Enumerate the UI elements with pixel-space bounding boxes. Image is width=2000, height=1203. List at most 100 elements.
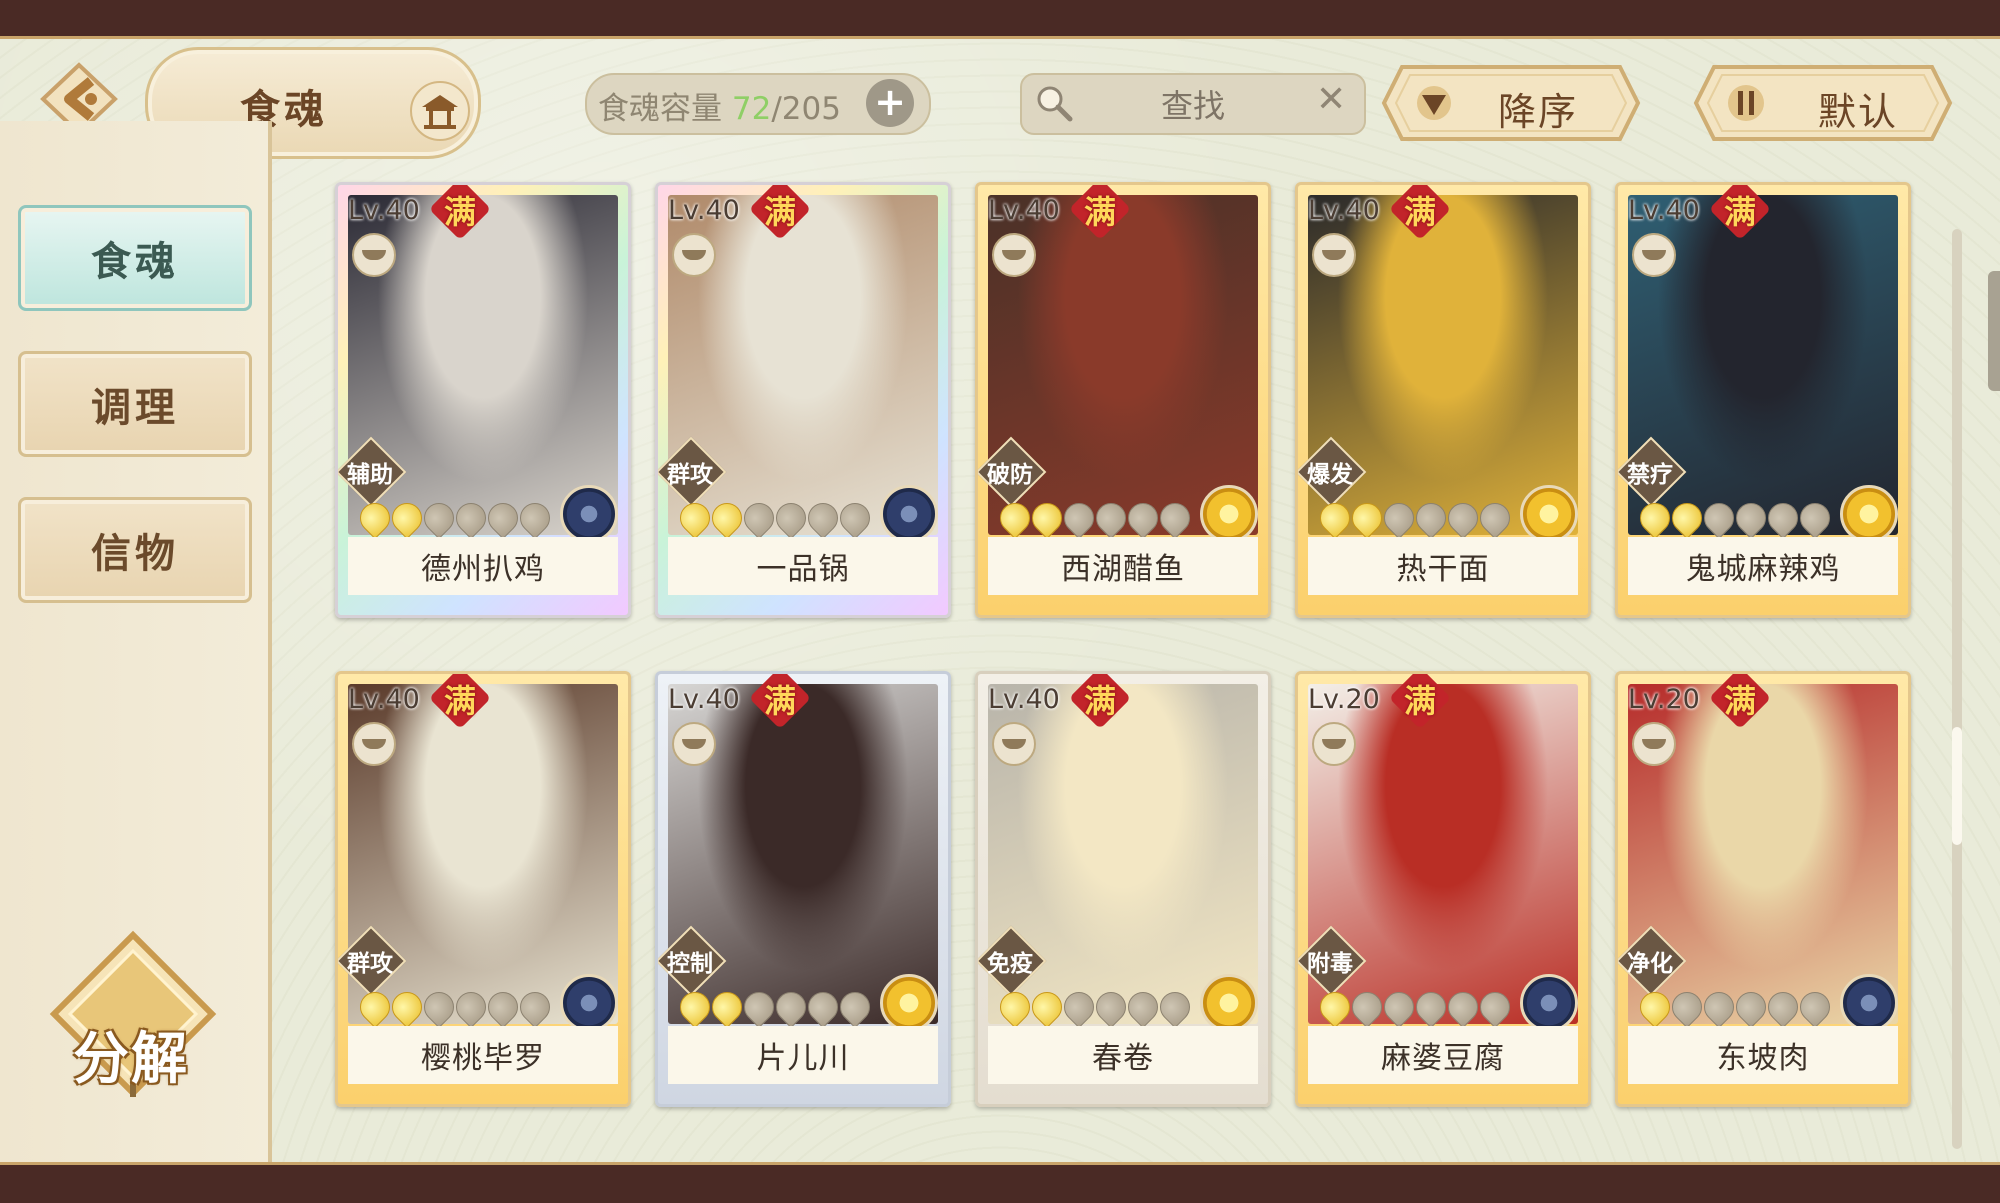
food-soul-card[interactable]: Lv.40 满辅助 德州扒鸡 — [335, 182, 631, 618]
level-label: Lv.40 — [1628, 195, 1700, 226]
food-soul-card[interactable]: Lv.40 满破防 西湖醋鱼 — [975, 182, 1271, 618]
bowl-icon — [1632, 233, 1676, 277]
level-label: Lv.40 — [348, 684, 420, 715]
bowl-icon — [352, 722, 396, 766]
star-rating — [353, 496, 557, 540]
scrollbar-thumb[interactable] — [1952, 727, 1962, 845]
star-empty-icon — [417, 985, 461, 1029]
element-flower-icon — [560, 974, 618, 1032]
bowl-icon — [1632, 722, 1676, 766]
max-badge-text: 满 — [763, 193, 796, 231]
food-soul-card[interactable]: Lv.40 满免疫 春卷 — [975, 671, 1271, 1107]
role-tag-label: 控制 — [667, 951, 713, 977]
star-empty-icon — [1473, 496, 1517, 540]
star-rating — [353, 985, 557, 1029]
element-flower-icon — [880, 485, 938, 543]
star-empty-icon — [1121, 985, 1165, 1029]
role-tag: 爆发 — [1298, 436, 1367, 508]
role-tag-label: 附毒 — [1307, 951, 1353, 977]
scrollbar-track[interactable] — [1952, 229, 1962, 1149]
food-soul-card[interactable]: Lv.40 满控制 片儿川 — [655, 671, 951, 1107]
add-capacity-button[interactable]: + — [866, 79, 914, 127]
star-filled-icon — [705, 985, 749, 1029]
sort-order-label: 降序 — [1498, 90, 1579, 134]
star-empty-icon — [1377, 985, 1421, 1029]
role-tag: 群攻 — [338, 925, 407, 997]
tab-tokens[interactable]: 信物 — [18, 497, 252, 603]
star-empty-icon — [1761, 496, 1805, 540]
role-tag-label: 辅助 — [347, 462, 393, 488]
star-empty-icon — [801, 985, 845, 1029]
element-flower-icon — [1200, 974, 1258, 1032]
star-filled-icon — [705, 496, 749, 540]
star-filled-icon — [673, 985, 717, 1029]
sort-mode-button[interactable]: 默认 — [1692, 63, 1954, 143]
level-label: Lv.40 — [988, 684, 1060, 715]
top-frame — [0, 0, 2000, 39]
food-soul-card[interactable]: Lv.40 满群攻 一品锅 — [655, 182, 951, 618]
star-empty-icon — [481, 985, 525, 1029]
role-tag-label: 禁疗 — [1627, 462, 1673, 488]
star-empty-icon — [1345, 985, 1389, 1029]
star-filled-icon — [1025, 985, 1069, 1029]
tab-conditioning[interactable]: 调理 — [18, 351, 252, 457]
home-button[interactable] — [410, 81, 470, 141]
star-filled-icon — [1025, 496, 1069, 540]
element-flower-icon — [560, 485, 618, 543]
food-soul-card[interactable]: Lv.40 满禁疗鬼城麻辣鸡 — [1615, 182, 1911, 618]
food-soul-card[interactable]: Lv.40 满群攻 樱桃毕罗 — [335, 671, 631, 1107]
bowl-icon — [992, 722, 1036, 766]
clear-icon[interactable]: ✕ — [1316, 79, 1346, 120]
element-flower-icon — [1520, 974, 1578, 1032]
star-empty-icon — [449, 496, 493, 540]
max-badge-text: 满 — [1403, 682, 1436, 720]
max-badge-text: 满 — [443, 682, 476, 720]
star-empty-icon — [513, 985, 557, 1029]
tab-food-souls[interactable]: 食魂 — [18, 205, 252, 311]
character-name: 德州扒鸡 — [348, 537, 618, 595]
level-label: Lv.40 — [1308, 195, 1380, 226]
character-name: 热干面 — [1308, 537, 1578, 595]
star-filled-icon — [993, 985, 1037, 1029]
star-empty-icon — [1793, 496, 1837, 540]
role-tag-label: 群攻 — [347, 951, 393, 977]
role-tag: 控制 — [658, 925, 727, 997]
max-badge-text: 满 — [1723, 682, 1756, 720]
element-flower-icon — [880, 974, 938, 1032]
max-badge-text: 满 — [1403, 193, 1436, 231]
capacity-current: 72 — [731, 91, 772, 127]
star-rating — [993, 985, 1197, 1029]
level-label: Lv.20 — [1628, 684, 1700, 715]
star-empty-icon — [513, 496, 557, 540]
star-filled-icon — [1633, 496, 1677, 540]
food-soul-card[interactable]: Lv.20 满净化 东坡肉 — [1615, 671, 1911, 1107]
bottom-frame — [0, 1162, 2000, 1203]
bowl-icon — [1312, 233, 1356, 277]
capacity-text: 食魂容量 72/205 — [598, 83, 841, 128]
level-label: Lv.20 — [1308, 684, 1380, 715]
star-empty-icon — [417, 496, 461, 540]
star-empty-icon — [1441, 496, 1485, 540]
sort-order-button[interactable]: 降序 — [1380, 63, 1642, 143]
side-handle[interactable] — [1988, 271, 2000, 391]
food-soul-card[interactable]: Lv.40 满爆发热干面 — [1295, 182, 1591, 618]
star-empty-icon — [1121, 496, 1165, 540]
star-empty-icon — [1793, 985, 1837, 1029]
star-rating — [1313, 985, 1517, 1029]
star-empty-icon — [1473, 985, 1517, 1029]
character-name: 西湖醋鱼 — [988, 537, 1258, 595]
star-empty-icon — [1441, 985, 1485, 1029]
level-label: Lv.40 — [668, 684, 740, 715]
max-badge-text: 满 — [763, 682, 796, 720]
star-empty-icon — [833, 985, 877, 1029]
search-placeholder: 查找 — [1160, 87, 1225, 125]
food-soul-card[interactable]: Lv.20 满附毒 麻婆豆腐 — [1295, 671, 1591, 1107]
role-tag: 附毒 — [1298, 925, 1367, 997]
star-filled-icon — [1665, 496, 1709, 540]
capacity-max: 205 — [781, 91, 841, 127]
max-badge-text: 满 — [1723, 193, 1756, 231]
role-tag: 免疫 — [978, 925, 1047, 997]
character-name: 鬼城麻辣鸡 — [1628, 537, 1898, 595]
star-filled-icon — [1313, 985, 1357, 1029]
star-rating — [993, 496, 1197, 540]
